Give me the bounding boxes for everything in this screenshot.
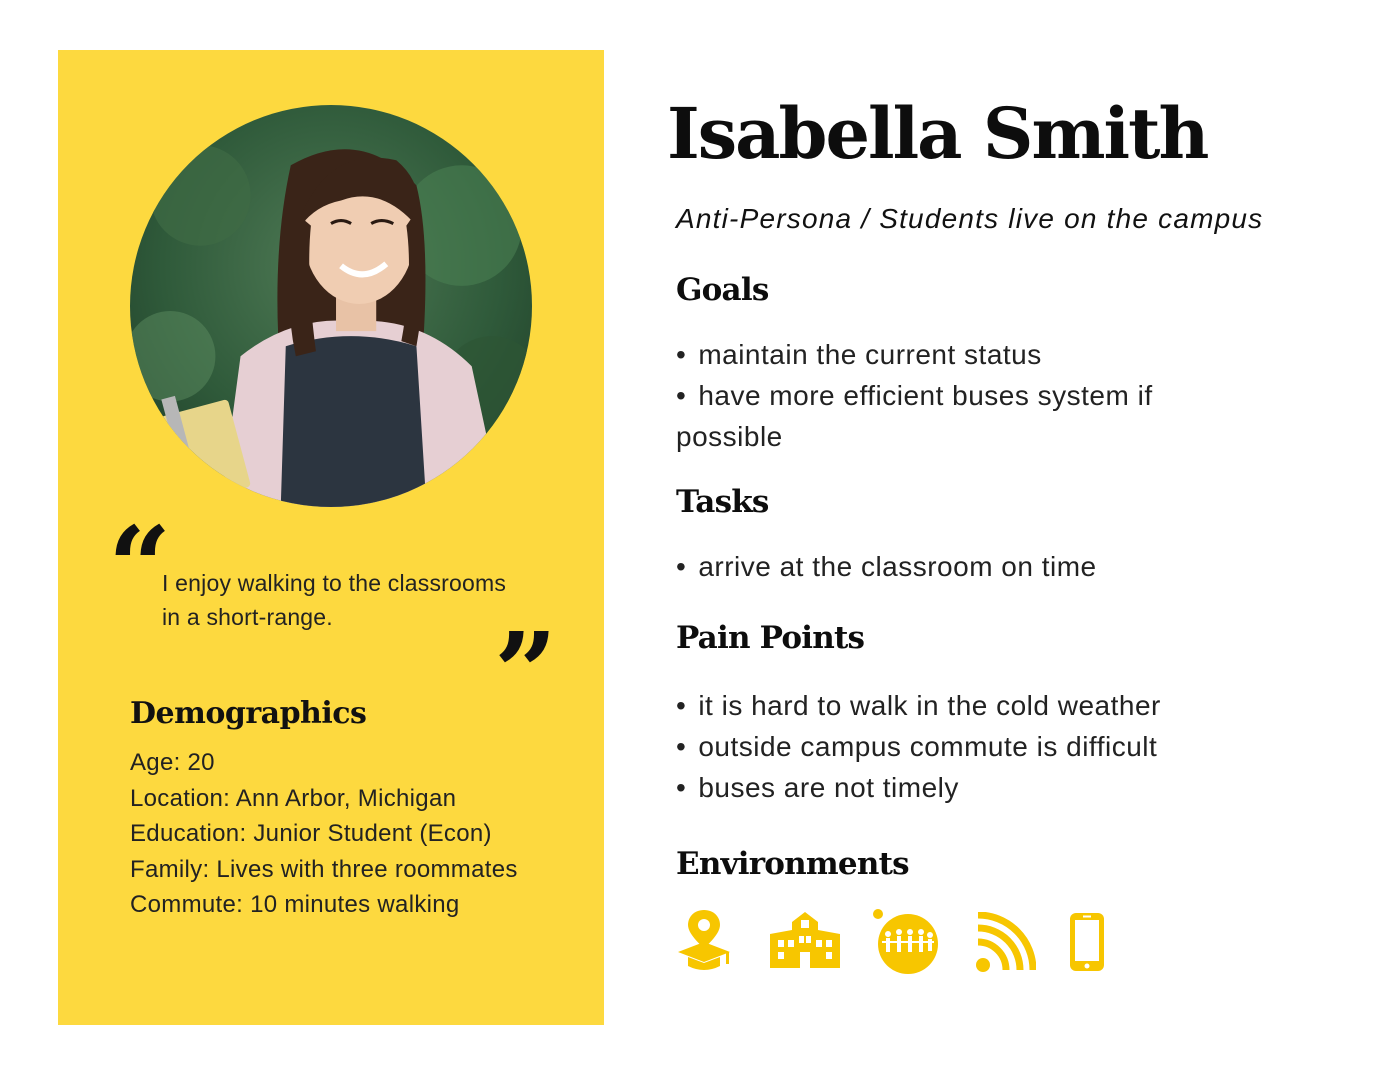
pain-points-item: buses are not timely: [676, 767, 1276, 808]
goals-heading: Goals: [676, 272, 769, 308]
demographics-item: Family: Lives with three roommates: [130, 855, 518, 883]
school-building-icon: [770, 912, 840, 968]
demographics-heading: Demographics: [130, 696, 367, 731]
persona-photo-illustration: [130, 105, 532, 507]
tasks-item: arrive at the classroom on time: [676, 546, 1276, 587]
persona-subtitle: Anti-Persona / Students live on the camp…: [676, 203, 1264, 234]
goals-list: maintain the current status have more ef…: [676, 334, 1276, 457]
goals-item: maintain the current status: [676, 334, 1276, 375]
environments-heading: Environments: [676, 846, 910, 882]
quote-close-mark: ”: [494, 608, 558, 737]
goals-item: have more efficient buses system if poss…: [676, 375, 1236, 457]
demographics-list: Age: 20 Location: Ann Arbor, Michigan Ed…: [130, 745, 518, 923]
smartphone-icon: [1070, 913, 1104, 971]
pain-points-list: it is hard to walk in the cold weather o…: [676, 685, 1276, 808]
demographics-item: Location: Ann Arbor, Michigan: [130, 784, 457, 812]
persona-quote: I enjoy walking to the classrooms in a s…: [162, 570, 507, 630]
community-people-icon: [873, 909, 938, 974]
persona-name: Isabella Smith: [667, 92, 1209, 175]
pain-points-item: it is hard to walk in the cold weather: [676, 685, 1276, 726]
tasks-list: arrive at the classroom on time: [676, 546, 1276, 587]
pain-points-heading: Pain Points: [676, 620, 865, 656]
wifi-signal-icon: [976, 912, 1036, 972]
persona-photo: [130, 105, 532, 507]
demographics-item: Age: 20: [130, 749, 215, 776]
demographics-item: Education: Junior Student (Econ): [130, 820, 492, 847]
demographics-item: Commute: 10 minutes walking: [130, 891, 460, 918]
pain-points-item: outside campus commute is difficult: [676, 726, 1276, 767]
tasks-heading: Tasks: [676, 484, 769, 520]
graduation-location-icon: [678, 910, 730, 970]
